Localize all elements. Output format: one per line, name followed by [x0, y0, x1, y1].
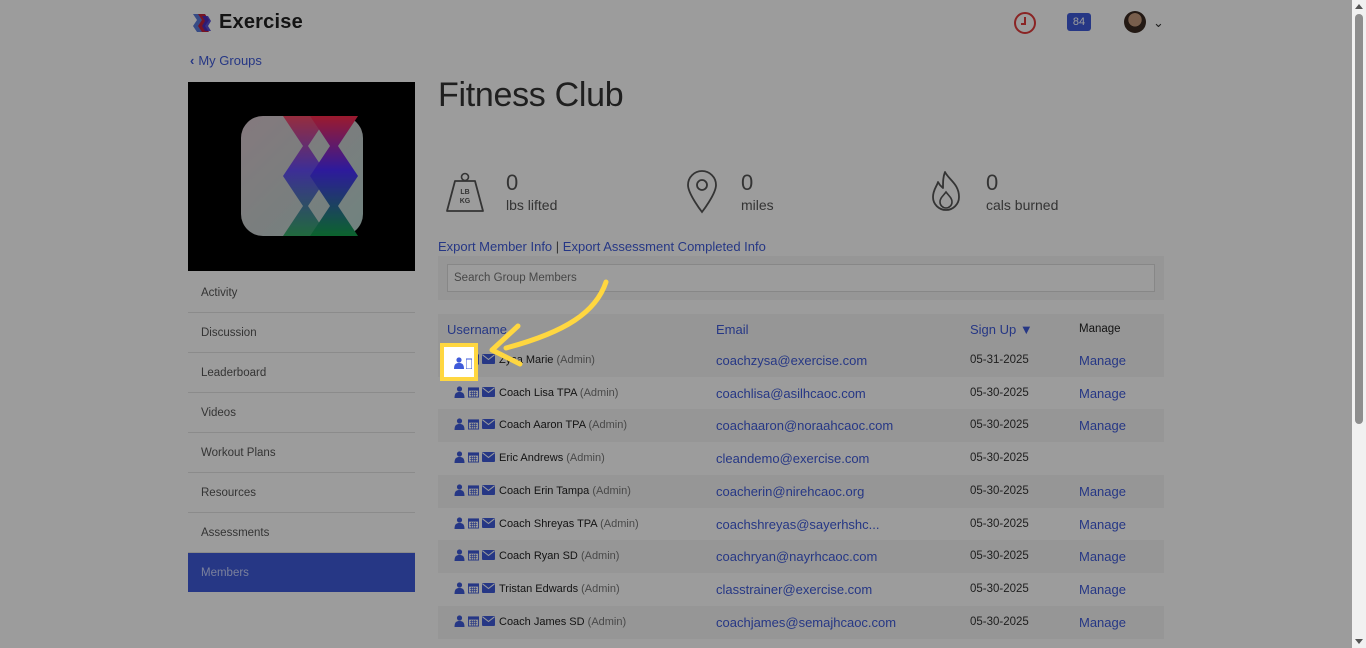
tutorial-arrow-icon [489, 279, 609, 367]
calendar-icon [466, 358, 472, 369]
scroll-down-arrow[interactable] [1355, 639, 1363, 644]
page: Exercise 84 ⌄ ‹ My Groups Activity Discu… [0, 0, 1352, 648]
page-scrollbar[interactable] [1352, 0, 1366, 648]
scroll-up-arrow[interactable] [1355, 4, 1363, 9]
scroll-thumb[interactable] [1355, 14, 1363, 424]
user-icon[interactable] [454, 357, 464, 369]
highlight-box[interactable] [440, 343, 478, 381]
tutorial-overlay [0, 0, 1352, 648]
